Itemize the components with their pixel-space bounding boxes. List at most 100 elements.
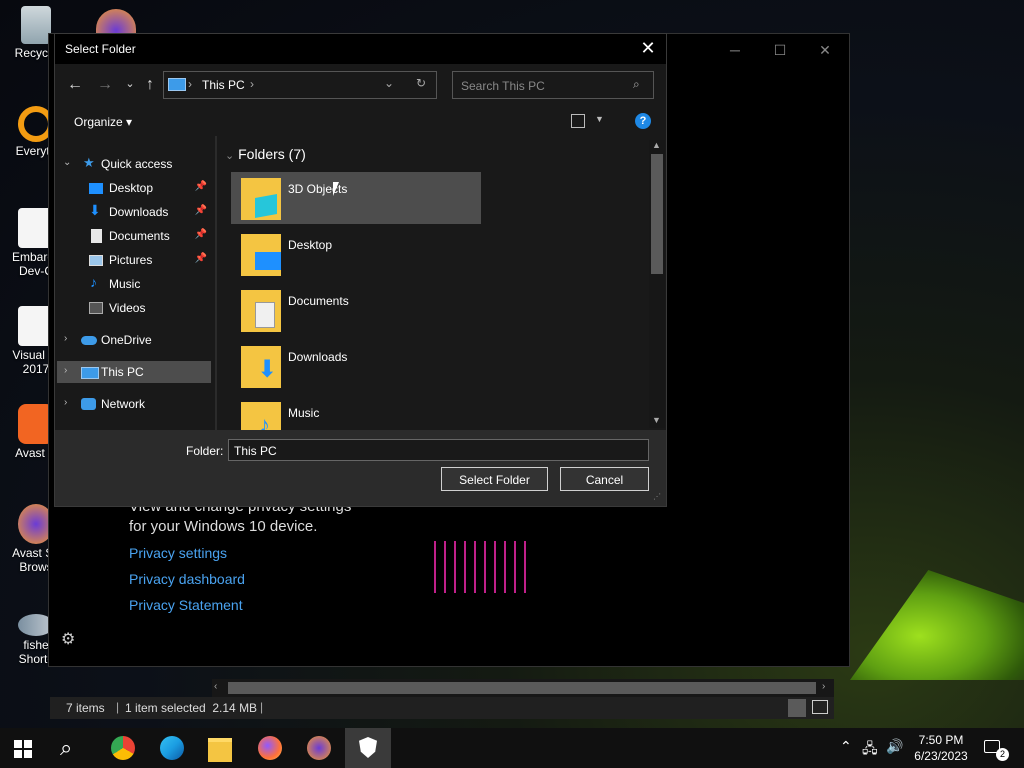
firefox-icon[interactable]: [258, 736, 282, 760]
browser-desktop-icon[interactable]: [96, 9, 136, 33]
select-folder-dialog: Select Folder ✕ ← → ⌄ ↑ › This PC › ⌄ ↻ …: [54, 33, 667, 507]
change-view-icon[interactable]: [571, 114, 585, 128]
clock-date: 6/23/2023: [914, 749, 968, 763]
scroll-up-icon[interactable]: ▲: [652, 140, 661, 150]
avast-browser-icon[interactable]: [307, 736, 331, 760]
music-note-icon: ♪: [259, 412, 270, 431]
folders-group-header[interactable]: ⌄ Folders (7): [225, 146, 306, 162]
expand-chevron-icon[interactable]: ›: [64, 333, 67, 344]
search-box[interactable]: Search This PC ⌕: [452, 71, 654, 99]
folder-content-pane: ⌄ Folders (7) 3D Objects Desktop Documen…: [217, 136, 666, 430]
item-count: 7 items: [66, 701, 105, 715]
address-bar[interactable]: › This PC › ⌄ ↻: [163, 71, 437, 99]
organize-menu[interactable]: Organize ▾: [74, 115, 132, 129]
content-vertical-scrollbar[interactable]: ▲ ▼: [649, 140, 665, 428]
dialog-footer: Folder: This PC Select Folder Cancel ⋰: [55, 430, 666, 506]
forward-arrow-icon[interactable]: →: [96, 76, 114, 94]
volume-icon[interactable]: 🔊: [886, 738, 903, 755]
pin-icon: 📌: [194, 181, 207, 192]
close-icon[interactable]: ✕: [817, 42, 833, 58]
show-hidden-icons-chevron-icon[interactable]: ⌃: [840, 738, 852, 755]
nav-label: Music: [109, 277, 141, 291]
folder-item[interactable]: 3D Objects: [231, 172, 481, 224]
pin-icon: 📌: [194, 205, 207, 216]
folder-input[interactable]: This PC: [228, 439, 649, 461]
nav-item-desktop[interactable]: Desktop 📌: [55, 177, 211, 199]
desktop-folder-icon: [241, 234, 281, 276]
selection-info: 1 item selected 2.14 MB: [125, 701, 258, 715]
folder-input-value: This PC: [234, 444, 277, 458]
folder-label: Documents: [288, 294, 349, 308]
search-icon[interactable]: ⌕: [633, 77, 640, 92]
privacy-text-line-2: for your Windows 10 device.: [129, 518, 318, 535]
expand-chevron-icon[interactable]: ⌄: [63, 157, 71, 168]
chrome-icon[interactable]: [111, 736, 135, 760]
windows-start-icon[interactable]: [14, 740, 32, 758]
folder-item[interactable]: Documents: [231, 284, 481, 336]
folder-label: Desktop: [288, 238, 333, 252]
edge-icon[interactable]: [160, 736, 184, 760]
close-icon[interactable]: ✕: [638, 38, 658, 58]
folder-item[interactable]: Desktop: [231, 228, 481, 280]
search-icon[interactable]: ⌕: [60, 736, 84, 760]
security-taskbar-button[interactable]: [345, 728, 391, 768]
pictures-icon: [89, 255, 103, 266]
address-dropdown-icon[interactable]: ⌄: [384, 76, 394, 90]
large-icons-view-icon[interactable]: [812, 700, 828, 714]
desktop-folder-icon: [89, 183, 103, 194]
scrollbar-thumb[interactable]: [228, 682, 816, 694]
folder-item[interactable]: ⬇ Downloads: [231, 340, 481, 392]
scrollbar-thumb[interactable]: [651, 154, 663, 274]
cancel-button[interactable]: Cancel: [560, 467, 649, 491]
cloud-icon: [81, 336, 97, 345]
nav-item-videos[interactable]: Videos: [55, 297, 211, 319]
scroll-left-icon[interactable]: ‹: [214, 681, 217, 692]
pin-icon: 📌: [194, 253, 207, 264]
recent-locations-chevron-icon[interactable]: ⌄: [121, 77, 139, 95]
explorer-horizontal-scrollbar[interactable]: ‹ ›: [212, 679, 834, 697]
address-location[interactable]: This PC: [202, 78, 245, 92]
clock[interactable]: 7:50 PM 6/23/2023: [908, 732, 974, 764]
nav-quick-access[interactable]: ⌄ ★ Quick access: [55, 153, 211, 175]
settings-gear-icon[interactable]: ⚙: [61, 629, 79, 648]
tent-wallpaper: [850, 570, 1024, 680]
file-explorer-icon[interactable]: [208, 738, 232, 762]
nav-item-pictures[interactable]: Pictures 📌: [55, 249, 211, 271]
nav-label: Videos: [109, 301, 146, 315]
expand-chevron-icon[interactable]: ›: [64, 365, 67, 376]
nav-item-downloads[interactable]: ⬇ Downloads 📌: [55, 201, 211, 223]
downloads-folder-icon: ⬇: [241, 346, 281, 388]
scroll-down-icon[interactable]: ▼: [652, 415, 661, 425]
cube-icon: [255, 194, 277, 218]
help-icon[interactable]: ?: [635, 113, 651, 129]
command-bar: Organize ▾ ▼ ?: [55, 108, 666, 136]
nav-item-music[interactable]: ♪ Music: [55, 273, 211, 295]
nav-onedrive[interactable]: › OneDrive: [55, 329, 211, 351]
nav-label: Quick access: [101, 157, 173, 171]
up-arrow-icon[interactable]: ↑: [141, 76, 159, 94]
back-arrow-icon[interactable]: ←: [66, 76, 84, 94]
select-folder-button[interactable]: Select Folder: [441, 467, 548, 491]
nav-item-documents[interactable]: Documents 📌: [55, 225, 211, 247]
refresh-icon[interactable]: ↻: [416, 76, 426, 90]
view-options-chevron-icon[interactable]: ▼: [595, 114, 604, 124]
nav-this-pc[interactable]: › This PC: [57, 361, 211, 383]
minimize-icon[interactable]: ─: [727, 42, 743, 58]
scroll-right-icon[interactable]: ›: [822, 681, 825, 692]
network-icon[interactable]: 🖧: [862, 738, 878, 762]
videos-icon: [89, 302, 103, 314]
details-view-icon[interactable]: [788, 699, 806, 717]
privacy-dashboard-link[interactable]: Privacy dashboard: [129, 571, 245, 587]
monitor-icon: [255, 252, 281, 270]
folder-item[interactable]: ♪ Music: [231, 396, 481, 430]
privacy-settings-link[interactable]: Privacy settings: [129, 545, 227, 561]
expand-chevron-icon[interactable]: ›: [64, 397, 67, 408]
maximize-icon[interactable]: ☐: [772, 42, 788, 58]
privacy-statement-link[interactable]: Privacy Statement: [129, 597, 243, 613]
nav-network[interactable]: › Network: [55, 393, 211, 415]
resize-grip-icon[interactable]: ⋰: [653, 492, 661, 501]
pin-icon: 📌: [194, 229, 207, 240]
collapse-chevron-icon[interactable]: ⌄: [225, 150, 234, 162]
music-folder-icon: ♪: [241, 402, 281, 430]
mouse-cursor-icon: [333, 182, 339, 196]
